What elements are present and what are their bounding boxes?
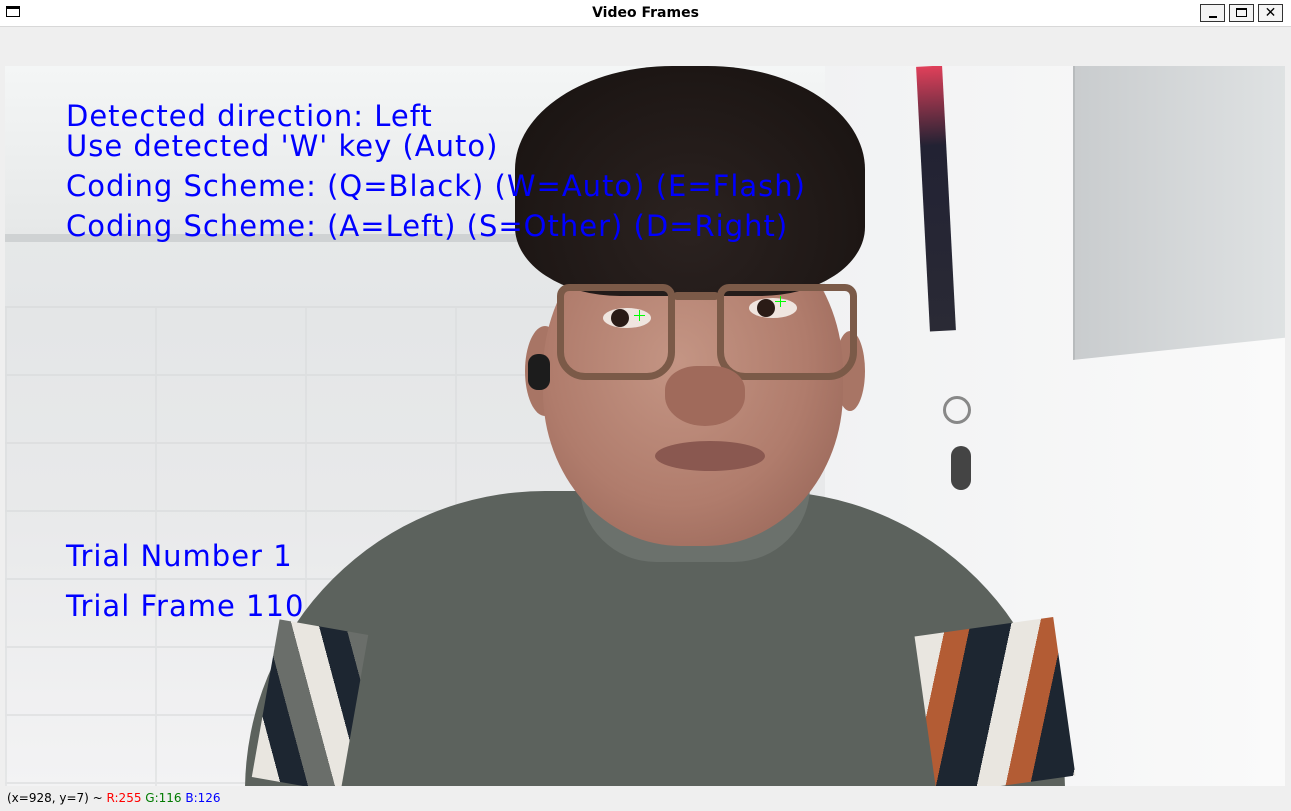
glasses-bridge (673, 292, 719, 300)
close-icon: ✕ (1264, 5, 1277, 21)
status-bar: (x=928, y=7) ~ R:255 G:116 B:126 (0, 787, 1291, 811)
cursor-coordinates: (x=928, y=7) ~ (7, 791, 103, 805)
person-lips (655, 441, 765, 471)
eye-marker-right (775, 296, 786, 307)
title-bar: Video Frames ✕ (0, 0, 1291, 27)
minimize-button[interactable] (1200, 4, 1225, 22)
use-key-text: Use detected 'W' key (Auto) (66, 129, 499, 163)
keyfob (951, 446, 971, 490)
trial-number-text: Trial Number 1 (66, 539, 293, 573)
background-cabinet (1073, 66, 1285, 361)
pixel-blue-value: B:126 (185, 791, 221, 805)
maximize-button[interactable] (1229, 4, 1254, 22)
trial-frame-text: Trial Frame 110 (66, 589, 305, 623)
person-nose (665, 366, 745, 426)
video-frame[interactable]: Detected direction: Left Use detected 'W… (5, 66, 1285, 786)
pixel-red-value: R:255 (106, 791, 142, 805)
window-title: Video Frames (592, 5, 699, 21)
minimize-icon (1209, 16, 1217, 18)
earbud (528, 354, 550, 390)
glasses-lens-right (717, 284, 857, 380)
toolbar (5, 27, 1285, 66)
eye-marker-left (634, 310, 645, 321)
pixel-green-value: G:116 (145, 791, 182, 805)
detected-direction-text: Detected direction: Left (66, 99, 433, 133)
coding-scheme-line-1: Coding Scheme: (Q=Black) (W=Auto) (E=Fla… (66, 169, 806, 203)
close-button[interactable]: ✕ (1258, 4, 1283, 22)
coding-scheme-line-2: Coding Scheme: (A=Left) (S=Other) (D=Rig… (66, 209, 789, 243)
maximize-icon (1236, 8, 1247, 17)
glasses-lens-left (557, 284, 675, 380)
keyring (943, 396, 971, 424)
sweater-stripe-right (914, 617, 1076, 786)
